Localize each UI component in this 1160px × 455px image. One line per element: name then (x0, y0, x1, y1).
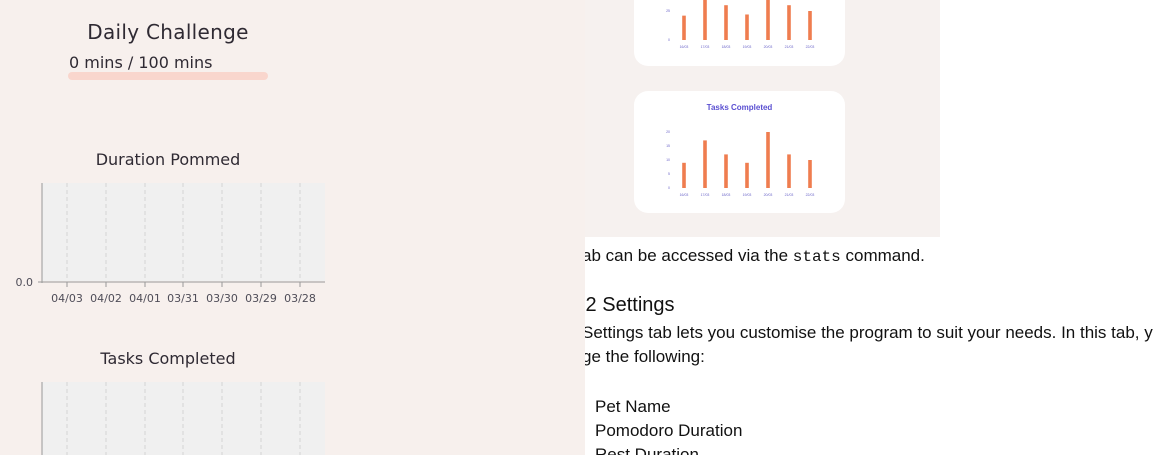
list-item: Pet Name (595, 397, 671, 416)
x-tick-label: 18/03 (722, 193, 731, 197)
x-tick-label: 04/01 (129, 292, 161, 305)
x-tick-label: 21/03 (785, 193, 794, 197)
bar (787, 154, 791, 188)
stats-app-panel: Daily Challenge 0 mins / 100 mins Durati… (0, 0, 585, 455)
y-tick-label: 10 (666, 158, 670, 162)
y-tick-label: 0 (668, 38, 670, 42)
daily-challenge-progress-text: 0 mins / 100 mins (69, 53, 213, 72)
x-tick-label: 19/03 (743, 45, 752, 49)
bar (745, 14, 749, 40)
figure-card-duration: 0255016/0317/0318/0319/0320/0321/0322/03 (634, 0, 845, 66)
x-tick-label: 04/03 (51, 292, 83, 305)
x-tick-label: 03/30 (206, 292, 238, 305)
x-tick-label: 22/03 (806, 45, 815, 49)
bar (724, 5, 728, 40)
figure-card-tasks: Tasks Completed 0 5 10 15 20 16/03 17/03 18/03 1… (634, 91, 845, 213)
y-tick-label: 0.0 (16, 276, 34, 289)
x-tick-label: 16/03 (680, 193, 689, 197)
list-item: Rest Duration (595, 445, 699, 455)
bar (682, 162, 686, 188)
bar (766, 0, 770, 41)
x-tick-label: 20/03 (764, 45, 773, 49)
x-tick-label: 19/03 (743, 193, 752, 197)
figure-duration-chart: 0255016/0317/0318/0319/0320/0321/0322/03 (666, 0, 815, 49)
x-tick-label: 20/03 (764, 193, 773, 197)
daily-challenge-progress-bar (68, 72, 268, 80)
duration-pommed-chart: 0.0 04/03 04/02 04/01 03/31 03/30 03/29 03/28 (16, 183, 325, 305)
x-tick-label: 03/29 (245, 292, 277, 305)
tasks-completed-title: Tasks Completed (100, 349, 236, 368)
settings-description-line: ge the following: (585, 347, 705, 366)
bar (787, 5, 791, 40)
y-tick-label: 15 (666, 144, 670, 148)
settings-list: Pet Name Pomodoro Duration Rest Duration (595, 395, 742, 455)
bar (703, 0, 707, 41)
x-tick-label: 22/03 (806, 193, 815, 197)
y-tick-label: 0 (668, 186, 670, 190)
stats-screenshot-figure: 0255016/0317/0318/0319/0320/0321/0322/03… (585, 0, 940, 237)
settings-section-heading: .2 Settings (585, 294, 675, 316)
y-tick-label: 5 (668, 172, 670, 176)
list-item: Pomodoro Duration (595, 421, 743, 440)
x-tick-label: 16/03 (680, 45, 689, 49)
user-guide-document: 0255016/0317/0318/0319/0320/0321/0322/03… (585, 0, 1160, 455)
x-tick-label: 17/03 (701, 193, 710, 197)
x-tick-label: 18/03 (722, 45, 731, 49)
duration-pommed-title: Duration Pommed (95, 150, 241, 169)
bar (808, 160, 812, 188)
bar (766, 132, 770, 188)
y-tick-label: 20 (666, 130, 670, 134)
bar (808, 11, 812, 40)
y-tick-label: 25 (666, 9, 670, 13)
bar (682, 15, 686, 40)
bar (724, 154, 728, 188)
x-tick-label: 03/31 (167, 292, 199, 305)
figure-tasks-chart: 0 5 10 15 20 16/03 17/03 18/03 19/03 20/03 21/03 22… (666, 130, 815, 197)
x-tick-label: 04/02 (90, 292, 122, 305)
x-tick-label: 21/03 (785, 45, 794, 49)
x-tick-label: 03/28 (284, 292, 316, 305)
bar (745, 162, 749, 188)
stats-access-sentence: ab can be accessed via the stats command… (585, 246, 925, 266)
stats-command-code: stats (792, 248, 841, 266)
daily-challenge-title: Daily Challenge (87, 20, 249, 44)
bar (703, 140, 707, 188)
sentence-text: ab can be accessed via the (585, 246, 793, 265)
tasks-completed-chart (41, 382, 325, 455)
x-tick-label: 17/03 (701, 45, 710, 49)
settings-description-line: Settings tab lets you customise the prog… (585, 323, 1153, 342)
sentence-text: command. (840, 246, 925, 265)
